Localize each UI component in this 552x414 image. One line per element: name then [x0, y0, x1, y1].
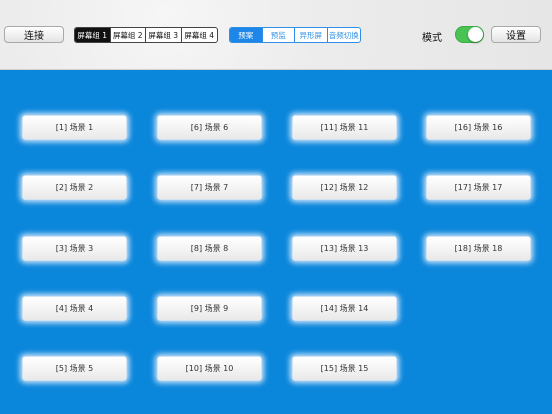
scene-button-10[interactable]: [10] 场景 10 — [157, 356, 262, 381]
mode-toggle[interactable] — [455, 26, 484, 43]
scene-button-16[interactable]: [16] 场景 16 — [426, 115, 531, 140]
toggle-knob — [468, 27, 483, 42]
scene-button-7[interactable]: [7] 场景 7 — [157, 175, 262, 200]
tab-plan[interactable]: 预案 — [230, 28, 263, 42]
scene-button-17[interactable]: [17] 场景 17 — [426, 175, 531, 200]
screen-group-3-tab[interactable]: 屏幕组 3 — [146, 28, 182, 42]
scene-button-4[interactable]: [4] 场景 4 — [22, 296, 127, 321]
scene-button-11[interactable]: [11] 场景 11 — [292, 115, 397, 140]
settings-button[interactable]: 设置 — [491, 26, 541, 43]
view-mode-selector: 预案 预监 异形屏 音频切换 — [229, 27, 361, 43]
scene-button-9[interactable]: [9] 场景 9 — [157, 296, 262, 321]
mode-label: 模式 — [422, 33, 442, 44]
scene-button-18[interactable]: [18] 场景 18 — [426, 236, 531, 261]
scene-button-12[interactable]: [12] 场景 12 — [292, 175, 397, 200]
screen-group-selector: 屏幕组 1 屏幕组 2 屏幕组 3 屏幕组 4 — [74, 27, 218, 43]
scene-button-1[interactable]: [1] 场景 1 — [22, 115, 127, 140]
scene-button-3[interactable]: [3] 场景 3 — [22, 236, 127, 261]
tab-audio-switch[interactable]: 音频切换 — [328, 28, 360, 42]
scene-button-2[interactable]: [2] 场景 2 — [22, 175, 127, 200]
top-toolbar: 连接 屏幕组 1 屏幕组 2 屏幕组 3 屏幕组 4 预案 预监 异形屏 音频切… — [0, 0, 552, 70]
screen-group-1-tab[interactable]: 屏幕组 1 — [75, 28, 111, 42]
screen-group-2-tab[interactable]: 屏幕组 2 — [111, 28, 146, 42]
tab-irregular-screen[interactable]: 异形屏 — [295, 28, 328, 42]
connect-button[interactable]: 连接 — [4, 26, 64, 43]
scene-button-15[interactable]: [15] 场景 15 — [292, 356, 397, 381]
screen-group-4-tab[interactable]: 屏幕组 4 — [182, 28, 217, 42]
scene-button-14[interactable]: [14] 场景 14 — [292, 296, 397, 321]
scene-button-8[interactable]: [8] 场景 8 — [157, 236, 262, 261]
scene-button-6[interactable]: [6] 场景 6 — [157, 115, 262, 140]
scene-button-5[interactable]: [5] 场景 5 — [22, 356, 127, 381]
tab-preview[interactable]: 预监 — [263, 28, 295, 42]
scene-button-13[interactable]: [13] 场景 13 — [292, 236, 397, 261]
